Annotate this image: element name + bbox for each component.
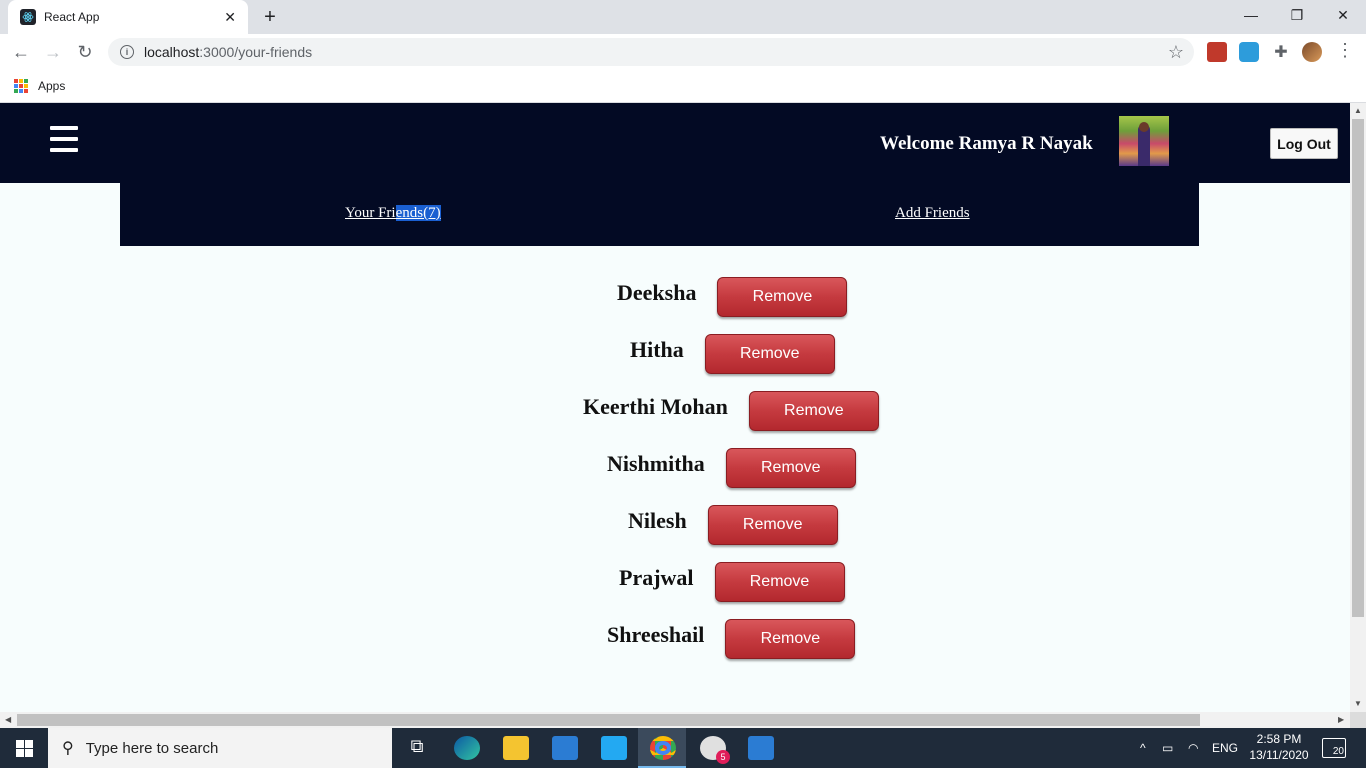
file-explorer-icon[interactable]: [503, 736, 529, 760]
browser-tabstrip: React App ✕ + — ❐ ✕: [0, 0, 1366, 34]
slack-icon[interactable]: 5: [700, 736, 730, 764]
taskbar-search[interactable]: ⚲ Type here to search: [48, 728, 392, 768]
scroll-down-icon[interactable]: ▼: [1354, 699, 1362, 708]
extension-icon[interactable]: [1207, 42, 1227, 62]
list-item: Keerthi Mohan Remove: [583, 391, 879, 431]
tab-title: React App: [44, 10, 100, 24]
horizontal-scrollbar[interactable]: ◀ ▶: [0, 712, 1350, 728]
bookmarks-bar: Apps: [0, 70, 1366, 103]
forward-arrow-icon[interactable]: →: [40, 39, 66, 65]
vscode-icon[interactable]: [601, 736, 627, 760]
profile-avatar-icon[interactable]: [1302, 42, 1322, 62]
tab-your-friends[interactable]: Your Friends(7): [345, 205, 441, 222]
tab-add-friends[interactable]: Add Friends: [895, 205, 970, 222]
remove-button[interactable]: Remove: [717, 277, 848, 317]
scroll-right-icon[interactable]: ▶: [1338, 715, 1344, 724]
apps-bookmark-label[interactable]: Apps: [38, 79, 65, 93]
new-tab-button[interactable]: +: [258, 5, 282, 29]
address-bar[interactable]: i localhost:3000/your-friends ☆: [108, 38, 1194, 66]
task-view-icon[interactable]: ⧉: [404, 736, 430, 760]
menu-kebab-icon[interactable]: ⋮: [1336, 40, 1354, 61]
friend-name: Hitha: [630, 337, 684, 362]
reload-icon[interactable]: ↻: [72, 39, 98, 65]
list-item: Deeksha Remove: [617, 277, 848, 317]
bookmark-star-icon[interactable]: ☆: [1168, 42, 1184, 63]
windows-start-icon[interactable]: [0, 728, 48, 768]
search-icon: ⚲: [62, 740, 74, 757]
friend-name: Deeksha: [617, 280, 697, 305]
friend-name: Prajwal: [619, 565, 694, 590]
hamburger-menu-icon[interactable]: [50, 126, 78, 152]
tray-chevron-icon[interactable]: ^: [1140, 728, 1146, 768]
friends-subnav: Your Friends(7) Add Friends: [120, 183, 1199, 246]
page-content: Welcome Ramya R Nayak Log Out Your Frien…: [0, 103, 1350, 712]
remove-button[interactable]: Remove: [748, 391, 879, 431]
list-item: Nilesh Remove: [628, 505, 838, 545]
list-item: Hitha Remove: [630, 334, 835, 374]
react-icon: [20, 9, 36, 25]
mail-icon[interactable]: [552, 736, 578, 760]
list-item: Shreeshail Remove: [607, 619, 856, 659]
welcome-text: Welcome Ramya R Nayak: [880, 133, 1093, 154]
photos-icon[interactable]: [748, 736, 774, 760]
windows-taskbar: ⚲ Type here to search ⧉ 5 ^ ▭ ◠ ENG 2:58…: [0, 728, 1366, 768]
remove-button[interactable]: Remove: [725, 448, 856, 488]
friend-name: Shreeshail: [607, 622, 705, 647]
remove-button[interactable]: Remove: [707, 505, 838, 545]
wifi-icon[interactable]: ◠: [1188, 728, 1198, 768]
list-item: Nishmitha Remove: [607, 448, 856, 488]
logout-button[interactable]: Log Out: [1270, 128, 1338, 159]
battery-icon[interactable]: ▭: [1162, 728, 1173, 768]
close-window-button[interactable]: ✕: [1320, 0, 1366, 30]
url-text: localhost:3000/your-friends: [144, 44, 313, 60]
minimize-button[interactable]: —: [1228, 0, 1274, 30]
user-avatar: [1119, 116, 1169, 166]
clock-time: 2:58 PM: [1256, 732, 1302, 746]
remove-button[interactable]: Remove: [725, 619, 856, 659]
scroll-thumb[interactable]: [1352, 119, 1364, 617]
back-arrow-icon[interactable]: ←: [8, 39, 34, 65]
clock[interactable]: 2:58 PM 13/11/2020: [1246, 731, 1312, 763]
slack-badge: 5: [716, 750, 730, 764]
restore-button[interactable]: ❐: [1274, 0, 1320, 30]
language-indicator[interactable]: ENG: [1212, 728, 1238, 768]
browser-tab[interactable]: React App ✕: [8, 0, 248, 34]
scroll-thumb[interactable]: [17, 714, 1200, 726]
friend-name: Nilesh: [628, 508, 687, 533]
edge-icon[interactable]: [454, 736, 480, 760]
extension-icon[interactable]: [1239, 42, 1259, 62]
scrollbar-corner: [1350, 712, 1366, 728]
info-icon[interactable]: i: [120, 45, 134, 59]
list-item: Prajwal Remove: [619, 562, 845, 602]
remove-button[interactable]: Remove: [714, 562, 845, 602]
chrome-icon[interactable]: [650, 736, 676, 760]
friend-name: Nishmitha: [607, 451, 705, 476]
clock-date: 13/11/2020: [1249, 748, 1309, 762]
vertical-scrollbar[interactable]: ▲ ▼: [1350, 103, 1366, 712]
friend-name: Keerthi Mohan: [583, 394, 728, 419]
remove-button[interactable]: Remove: [704, 334, 835, 374]
apps-grid-icon[interactable]: [14, 79, 28, 93]
tab-close-icon[interactable]: ✕: [224, 9, 236, 26]
notification-icon[interactable]: 20: [1322, 738, 1346, 758]
app-header: Welcome Ramya R Nayak Log Out: [0, 103, 1350, 183]
puzzle-icon[interactable]: ✚: [1271, 42, 1291, 62]
scroll-up-icon[interactable]: ▲: [1354, 106, 1362, 115]
scroll-left-icon[interactable]: ◀: [5, 715, 11, 724]
browser-toolbar: ← → ↻ i localhost:3000/your-friends ☆ ✚ …: [0, 34, 1366, 70]
search-placeholder: Type here to search: [85, 739, 219, 757]
